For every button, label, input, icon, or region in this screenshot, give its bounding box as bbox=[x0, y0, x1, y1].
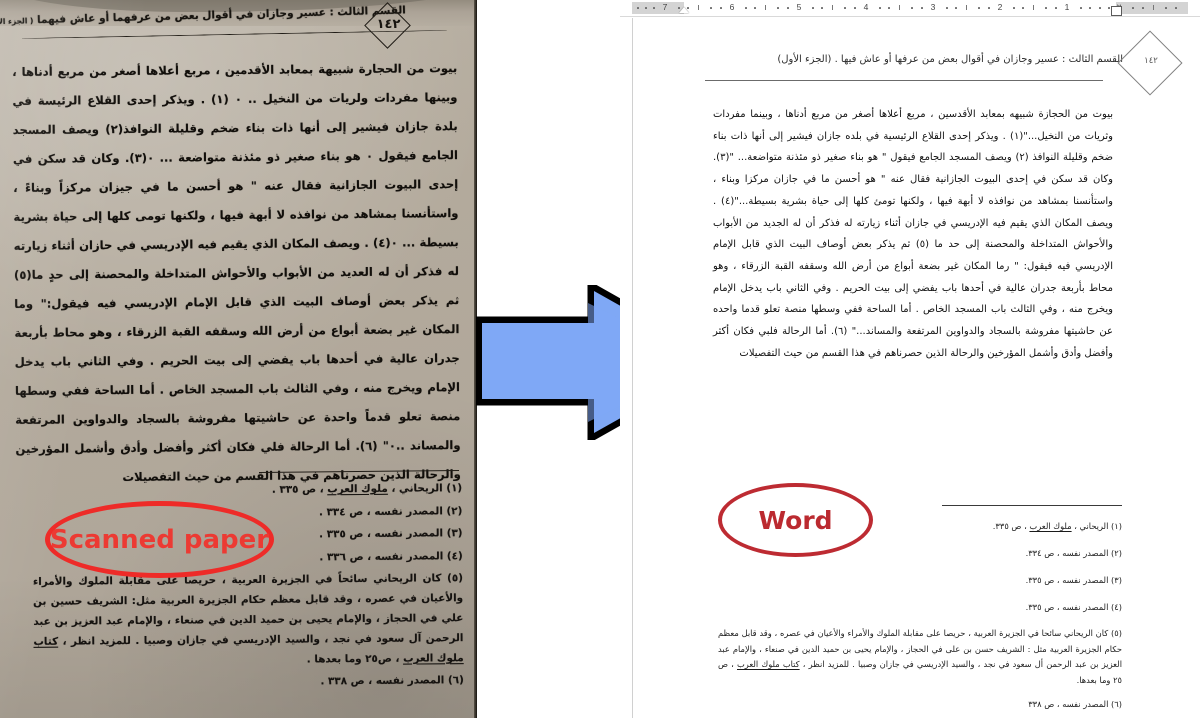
scanned-header-text: القسم الثالث : عسير وجازان في أقوال بعض … bbox=[0, 4, 406, 27]
word-page-header: القسم الثالث : عسير وجازان في أقوال بعض … bbox=[633, 30, 1189, 96]
word-footnote-item: (٥) كان الريحاني سائحا في الجزيرة العربي… bbox=[718, 626, 1122, 688]
footnote-text: الريحاني ، bbox=[387, 482, 443, 495]
footnote-marker: (١) bbox=[1111, 521, 1122, 531]
footnote-title: كتاب ملوك العرب bbox=[737, 659, 800, 669]
ruler-tick-1: 1 bbox=[1064, 2, 1070, 12]
footnote-text-tail: ، ص ٣٣٥. bbox=[992, 521, 1030, 531]
footnote-text-tail: ، ص٢٥ وما بعدها . bbox=[306, 652, 404, 666]
footnote-text: المصدر نفسه ، ص ٣٣٨ . bbox=[320, 674, 445, 688]
footnote-item: (١) الريحاني ، ملوك العرب ، ص ٣٣٥ . bbox=[32, 478, 462, 502]
word-header-rule bbox=[705, 80, 1103, 81]
ruler-tick-6: 6 bbox=[729, 2, 735, 12]
footnote-text: المصدر نفسه ، ص ٣٣٥ . bbox=[319, 527, 444, 541]
scanned-header-part: ( الجزء الأول ) bbox=[0, 16, 34, 27]
footnote-text: الريحاني ، bbox=[1071, 521, 1109, 531]
footnote-item: (٦) المصدر نفسه ، ص ٣٣٨ . bbox=[34, 670, 464, 694]
scanned-page-header: القسم الثالث : عسير وجازان في أقوال بعض … bbox=[0, 2, 444, 49]
ruler-tick-5: 5 bbox=[796, 2, 802, 12]
footnote-text: المصدر نفسه ، ص ٣٣٥. bbox=[1025, 602, 1109, 612]
footnote-text: المصدر نفسه ، ص ٣٣٦ . bbox=[319, 549, 444, 563]
scanned-paper-panel: القسم الثالث : عسير وجازان في أقوال بعض … bbox=[0, 0, 477, 718]
footnote-title: ملوك العرب bbox=[1029, 521, 1072, 531]
word-header-text: القسم الثالث : عسير وجازان في أقوال بعض … bbox=[777, 54, 1123, 65]
word-ruler[interactable]: 7 6 5 4 3 2 1 ٢ bbox=[620, 0, 1200, 17]
footnote-marker: (٦) bbox=[447, 674, 464, 687]
ruler-separator bbox=[620, 16, 1200, 17]
scanned-header-main: القسم الثالث : عسير وجازان في أقوال بعض … bbox=[36, 4, 407, 27]
arrow-area bbox=[476, 0, 726, 718]
ruler-tick-7: 7 bbox=[662, 2, 668, 12]
footnote-text: المصدر نفسه ، ص ٣٣٤ . bbox=[318, 504, 443, 518]
scanned-page-number: ١٤٢ bbox=[376, 17, 401, 32]
footnote-marker: (٢) bbox=[446, 504, 463, 517]
comparison-figure: القسم الثالث : عسير وجازان في أقوال بعض … bbox=[0, 0, 1200, 718]
footnote-marker: (٥) bbox=[1111, 628, 1123, 638]
right-indent-marker[interactable] bbox=[1111, 6, 1122, 16]
ruler-tick-2: 2 bbox=[997, 2, 1003, 12]
footnote-text: المصدر نفسه ، ص ٣٣٥. bbox=[1025, 575, 1109, 585]
scanned-body-text: بيوت من الحجارة شبيهة بمعابد الأقدمين ، … bbox=[12, 54, 461, 493]
ruler-ticks: 7 6 5 4 3 2 1 ٢ bbox=[632, 1, 1188, 15]
word-page-canvas: القسم الثالث : عسير وجازان في أقوال بعض … bbox=[632, 18, 1188, 718]
word-paragraph: بيوت من الحجازة شبيهه بمعابد الأقدسين ، … bbox=[713, 109, 1114, 359]
scanned-paragraph: بيوت من الحجارة شبيهة بمعابد الأقدمين ، … bbox=[12, 61, 461, 485]
footnote-text: كان الريحاني سائحاً في الجزيرة العربية ،… bbox=[32, 572, 464, 648]
ruler-tick-3: 3 bbox=[930, 2, 936, 12]
word-body-text[interactable]: بيوت من الحجازة شبيهه بمعابد الأقدسين ، … bbox=[713, 104, 1113, 364]
word-footnote-item: (٦) المصدر نفسه ، ص ٣٣٨ bbox=[718, 696, 1122, 713]
word-footnote-separator bbox=[942, 505, 1122, 506]
first-line-indent-marker[interactable] bbox=[679, 7, 689, 13]
footnote-marker: (٣) bbox=[446, 527, 463, 540]
footnote-text-tail: ، ص ٣٣٥ . bbox=[271, 483, 328, 496]
footnote-marker: (٢) bbox=[1111, 548, 1122, 558]
word-footnote-item: (٣) المصدر نفسه ، ص ٣٣٥. bbox=[718, 572, 1122, 589]
footnote-text: المصدر نفسه ، ص ٣٣٤. bbox=[1025, 548, 1109, 558]
word-annotation-label: Word bbox=[758, 505, 833, 535]
word-document-panel: 7 6 5 4 3 2 1 ٢ bbox=[620, 0, 1200, 718]
footnote-marker: (٣) bbox=[1111, 575, 1122, 585]
footnote-marker: (٤) bbox=[446, 549, 463, 562]
footnote-marker: (٦) bbox=[1111, 699, 1122, 709]
word-footnote-item: (٤) المصدر نفسه ، ص ٣٣٥. bbox=[718, 599, 1122, 616]
scanned-paper-annotation-label: Scanned paper bbox=[49, 524, 270, 555]
footnote-text: المصدر نفسه ، ص ٣٣٨ bbox=[1028, 699, 1109, 709]
footnote-marker: (٤) bbox=[1111, 602, 1122, 612]
footnote-marker: (١) bbox=[446, 482, 463, 495]
word-page-number: ١٤٢ bbox=[1144, 56, 1158, 66]
footnote-marker: (٥) bbox=[447, 572, 463, 585]
footnote-item: (٥) كان الريحاني سائحاً في الجزيرة العرب… bbox=[33, 568, 464, 672]
footnote-title: ملوك العرب bbox=[327, 482, 388, 496]
ruler-tick-4: 4 bbox=[863, 2, 869, 12]
